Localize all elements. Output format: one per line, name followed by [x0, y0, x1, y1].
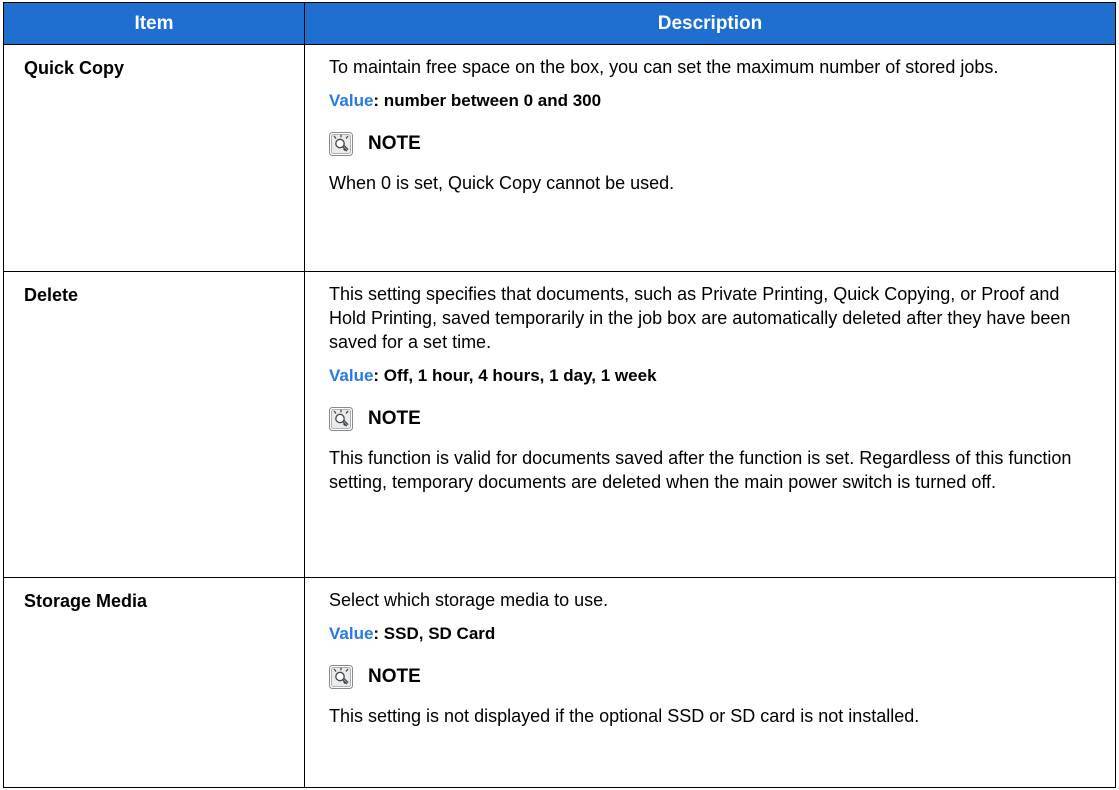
- settings-table: Item Description Quick Copy To maintain …: [3, 2, 1116, 788]
- description-text: This setting specifies that documents, s…: [329, 284, 1071, 352]
- value-line: Value: number between 0 and 300: [329, 89, 1097, 113]
- description-cell: To maintain free space on the box, you c…: [304, 44, 1116, 272]
- note-text: This function is valid for documents sav…: [329, 448, 1072, 492]
- item-name: Quick Copy: [3, 44, 305, 272]
- value-text: : number between 0 and 300: [373, 91, 602, 110]
- item-name: Storage Media: [3, 577, 305, 788]
- header-description: Description: [304, 2, 1116, 45]
- lightbulb-note-icon: [329, 132, 353, 156]
- note-label: NOTE: [368, 666, 421, 687]
- value-key: Value: [329, 366, 374, 385]
- table-row: Quick Copy To maintain free space on the…: [3, 44, 1116, 272]
- item-name: Delete: [3, 271, 305, 578]
- note-label: NOTE: [368, 408, 421, 429]
- value-key: Value: [329, 624, 374, 643]
- table-row: Delete This setting specifies that docum…: [3, 271, 1116, 578]
- lightbulb-note-icon: [329, 665, 353, 689]
- description-text: Select which storage media to use.: [329, 590, 609, 610]
- header-item: Item: [3, 2, 305, 45]
- note-label: NOTE: [368, 133, 421, 154]
- note-text: When 0 is set, Quick Copy cannot be used…: [329, 173, 675, 193]
- table-row: Storage Media Select which storage media…: [3, 577, 1116, 788]
- note-text: This setting is not displayed if the opt…: [329, 706, 920, 726]
- description-text: To maintain free space on the box, you c…: [329, 57, 999, 77]
- value-line: Value: Off, 1 hour, 4 hours, 1 day, 1 we…: [329, 364, 1097, 388]
- description-cell: Select which storage media to use. Value…: [304, 577, 1116, 788]
- lightbulb-note-icon: [329, 407, 353, 431]
- value-key: Value: [329, 91, 374, 110]
- note-heading: NOTE: [329, 127, 1097, 161]
- value-text: : Off, 1 hour, 4 hours, 1 day, 1 week: [373, 366, 657, 385]
- description-cell: This setting specifies that documents, s…: [304, 271, 1116, 578]
- value-text: : SSD, SD Card: [373, 624, 496, 643]
- note-heading: NOTE: [329, 660, 1097, 694]
- table-header-row: Item Description: [3, 2, 1116, 45]
- note-heading: NOTE: [329, 402, 1097, 436]
- value-line: Value: SSD, SD Card: [329, 622, 1097, 646]
